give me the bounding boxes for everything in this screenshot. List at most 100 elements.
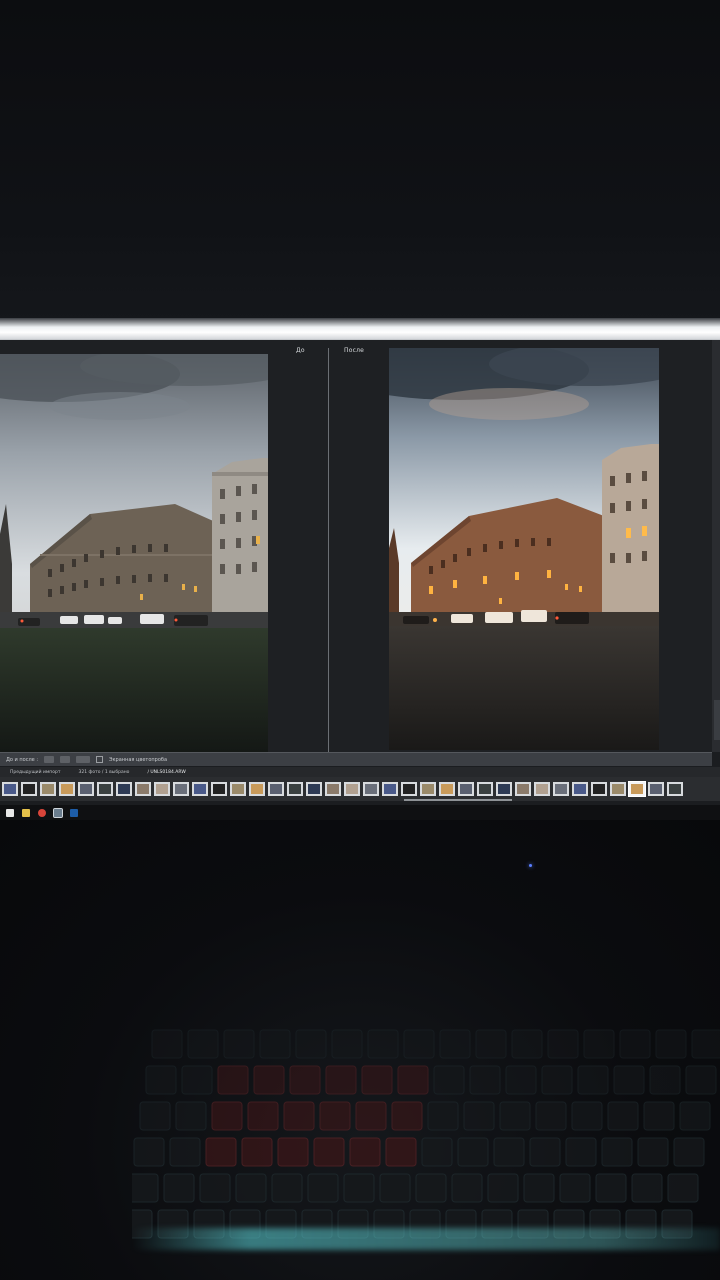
filmstrip-thumbnail[interactable] <box>496 782 512 796</box>
keyboard-key <box>145 1065 177 1095</box>
filmstrip-thumbnail[interactable] <box>628 781 646 797</box>
keyboard-key <box>391 1101 423 1131</box>
lightroom-icon[interactable] <box>53 807 63 818</box>
current-file-name: / UNLS0184.ARW <box>147 769 186 775</box>
keyboard-key <box>307 1173 339 1203</box>
filmstrip-thumbnail[interactable] <box>515 782 531 796</box>
filmstrip-thumbnail[interactable] <box>572 782 588 796</box>
filmstrip-thumbnail[interactable] <box>420 782 436 796</box>
keyboard-key <box>469 1065 501 1095</box>
keyboard-key <box>493 1137 525 1167</box>
keyboard-key <box>133 1137 165 1167</box>
right-panel-edge[interactable] <box>712 340 720 752</box>
before-after-compare-view: До После <box>0 340 712 752</box>
keyboard-key <box>349 1137 381 1167</box>
filmstrip-thumbnail[interactable] <box>306 782 322 796</box>
filmstrip-thumbnail[interactable] <box>553 782 569 796</box>
keyboard-key <box>163 1173 195 1203</box>
copy-settings-button[interactable] <box>76 756 91 763</box>
filmstrip-thumbnail[interactable] <box>78 782 94 796</box>
keyboard-key <box>637 1137 669 1167</box>
filmstrip-thumbnail[interactable] <box>135 782 151 796</box>
keyboard-key <box>397 1065 429 1095</box>
keyboard-key <box>691 1029 720 1059</box>
keyboard-key <box>205 1137 237 1167</box>
filmstrip-thumbnail[interactable] <box>648 782 664 796</box>
filmstrip-thumbnail[interactable] <box>249 782 265 796</box>
filmstrip-thumbnail[interactable] <box>21 782 37 796</box>
keyboard-key <box>601 1137 633 1167</box>
source-label[interactable]: Предыдущий импорт <box>10 770 60 775</box>
filmstrip-thumbnail[interactable] <box>211 782 227 796</box>
filmstrip-thumbnail[interactable] <box>610 782 626 796</box>
compare-divider[interactable] <box>328 348 329 752</box>
filmstrip-thumbnail[interactable] <box>2 782 18 796</box>
keyboard-key <box>499 1101 531 1131</box>
filmstrip-thumbnail[interactable] <box>382 782 398 796</box>
softproof-label: Экранная цветопроба <box>109 756 168 763</box>
keyboard-key <box>613 1065 645 1095</box>
keyboard-key <box>511 1029 543 1059</box>
filmstrip-thumbnail[interactable] <box>363 782 379 796</box>
keyboard-key <box>223 1029 255 1059</box>
filmstrip-thumbnail[interactable] <box>173 782 189 796</box>
filmstrip-thumbnail[interactable] <box>154 782 170 796</box>
filmstrip-thumbnail[interactable] <box>401 782 417 796</box>
filmstrip-thumbnail[interactable] <box>344 782 360 796</box>
photoshop-icon[interactable] <box>70 808 78 817</box>
keyboard-key <box>433 1065 465 1095</box>
compare-mode-button[interactable] <box>44 756 55 763</box>
start-icon[interactable] <box>6 808 14 817</box>
keyboard-key <box>253 1065 285 1095</box>
after-photo[interactable] <box>389 348 659 750</box>
filmstrip-thumbnail[interactable] <box>667 782 683 796</box>
filmstrip-thumbnail[interactable] <box>458 782 474 796</box>
keyboard-key <box>457 1137 489 1167</box>
filmstrip-thumbnail[interactable] <box>59 782 75 796</box>
filmstrip[interactable] <box>0 777 720 801</box>
keyboard-key <box>475 1029 507 1059</box>
swap-button[interactable] <box>60 756 71 763</box>
keyboard-key <box>319 1101 351 1131</box>
keyboard-key <box>295 1029 327 1059</box>
filmstrip-scrollbar[interactable] <box>404 799 512 801</box>
softproof-checkbox[interactable] <box>96 756 104 763</box>
filmstrip-thumbnail[interactable] <box>97 782 113 796</box>
filmstrip-thumbnail[interactable] <box>192 782 208 796</box>
after-label: После <box>344 347 365 354</box>
keyboard-key <box>235 1173 267 1203</box>
keyboard-key <box>385 1137 417 1167</box>
right-panel-tab[interactable] <box>714 700 720 740</box>
filmstrip-thumbnail[interactable] <box>40 782 56 796</box>
keyboard-key <box>541 1065 573 1095</box>
keyboard-key <box>181 1065 213 1095</box>
filmstrip-thumbnail[interactable] <box>591 782 607 796</box>
before-photo[interactable] <box>0 354 268 752</box>
keyboard-key <box>283 1101 315 1131</box>
filmstrip-info-bar: Предыдущий импорт 321 фото / 1 выбрано /… <box>0 767 720 777</box>
keyboard-key <box>685 1065 717 1095</box>
filmstrip-thumbnail[interactable] <box>325 782 341 796</box>
filmstrip-thumbnail[interactable] <box>439 782 455 796</box>
keyboard-key <box>523 1173 555 1203</box>
keyboard-key <box>643 1101 675 1131</box>
keyboard-key <box>655 1029 687 1059</box>
browser-icon[interactable] <box>38 808 46 817</box>
keyboard-key <box>673 1137 705 1167</box>
filmstrip-thumbnail[interactable] <box>268 782 284 796</box>
filmstrip-thumbnail[interactable] <box>477 782 493 796</box>
power-led-icon <box>529 864 532 867</box>
keyboard-key <box>505 1065 537 1095</box>
filmstrip-thumbnail[interactable] <box>287 782 303 796</box>
filmstrip-thumbnail[interactable] <box>534 782 550 796</box>
folder-icon[interactable] <box>22 808 30 817</box>
compare-mode-label[interactable]: До и после : <box>6 757 38 763</box>
keyboard-key <box>241 1137 273 1167</box>
keyboard-key <box>259 1029 291 1059</box>
filmstrip-thumbnail[interactable] <box>116 782 132 796</box>
filmstrip-thumbnail[interactable] <box>230 782 246 796</box>
keyboard-key <box>595 1173 627 1203</box>
keyboard-key <box>679 1101 711 1131</box>
keyboard-key <box>427 1101 459 1131</box>
photo-count: 321 фото / 1 выбрано <box>78 769 130 775</box>
